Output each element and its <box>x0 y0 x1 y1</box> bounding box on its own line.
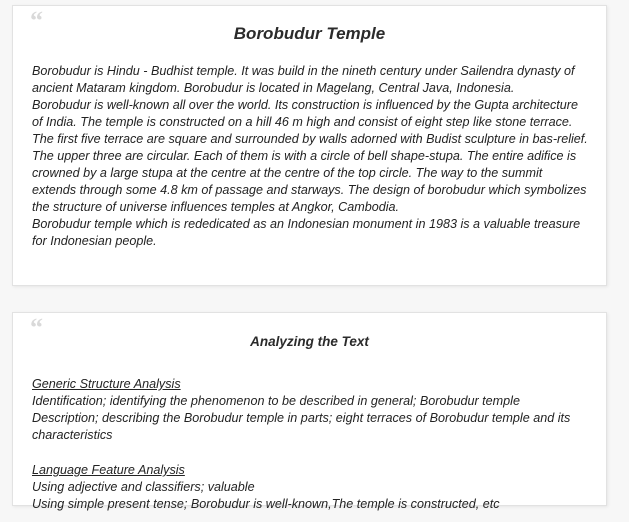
paragraph-conclusion: Borobudur temple which is rededicated as… <box>32 217 581 248</box>
language-feature-analysis-block: Language Feature Analysis Using adjectiv… <box>32 461 588 513</box>
paragraph-description: Borobudur is well-known all over the wor… <box>32 98 588 214</box>
generic-structure-analysis-block: Generic Structure Analysis Identificatio… <box>32 375 588 444</box>
language-feature-line-adjective: Using adjective and classifiers; valuabl… <box>32 480 255 494</box>
analyzing-the-text-card: “ Analyzing the Text Generic Structure A… <box>12 312 607 511</box>
page-container: “ Borobudur Temple Borobudur is Hindu - … <box>0 0 629 522</box>
analysis-body: Generic Structure Analysis Identificatio… <box>13 349 606 513</box>
language-feature-line-tense: Using simple present tense; Borobudur is… <box>32 497 500 511</box>
generic-structure-line-description: Description; describing the Borobudur te… <box>32 411 571 442</box>
generic-structure-analysis-heading: Generic Structure Analysis <box>32 377 181 391</box>
page-title: Borobudur Temple <box>233 24 386 43</box>
paragraph-origin: Borobudur is Hindu - Budhist temple. It … <box>32 64 575 95</box>
language-feature-analysis-heading: Language Feature Analysis <box>32 463 185 477</box>
generic-structure-line-identification: Identification; identifying the phenomen… <box>32 394 520 408</box>
quote-open-icon: “ <box>30 6 43 35</box>
borobudur-body: Borobudur is Hindu - Budhist temple. It … <box>13 44 606 250</box>
borobudur-temple-card: “ Borobudur Temple Borobudur is Hindu - … <box>12 5 607 286</box>
section-title: Analyzing the Text <box>250 334 369 349</box>
quote-open-icon: “ <box>30 313 43 342</box>
